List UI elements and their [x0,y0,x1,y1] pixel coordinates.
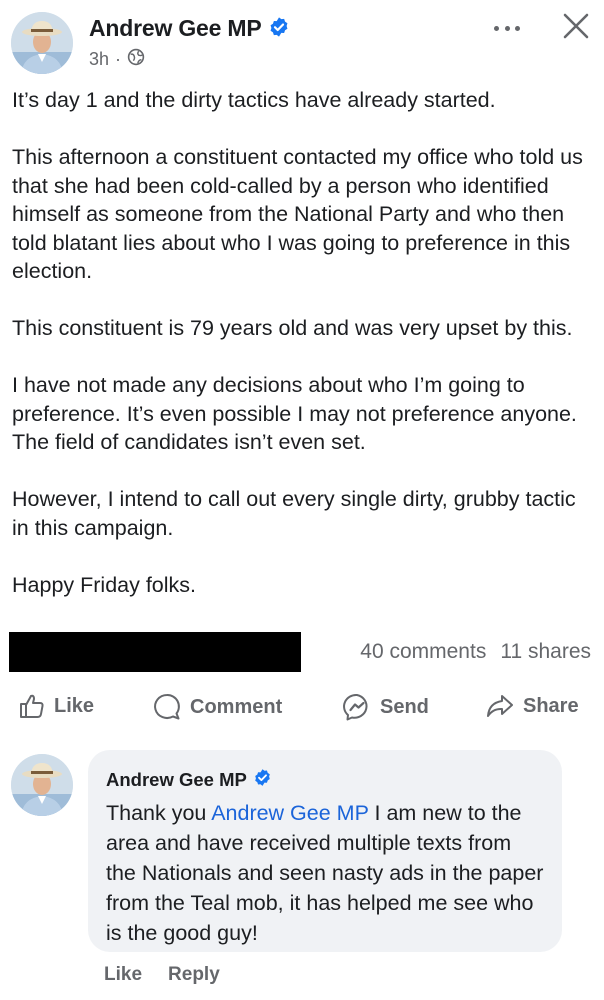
comment-mention-link[interactable]: Andrew Gee MP [211,801,368,825]
messenger-icon [342,692,372,722]
comment-text: Thank you Andrew Gee MP I am new to the … [106,798,546,948]
post-paragraph: I have not made any decisions about who … [12,373,577,454]
author-name-text[interactable]: Andrew Gee MP [89,15,262,41]
post-paragraph: This afternoon a constituent contacted m… [12,145,583,283]
verified-badge-icon [268,16,290,44]
action-bar: Like Comment Send Share [0,684,604,730]
post-body: It’s day 1 and the dirty tactics have al… [12,86,597,599]
comment-author-name[interactable]: Andrew Gee MP [106,769,247,791]
comment-text-start: Thank you [106,801,212,825]
close-icon[interactable] [562,12,590,40]
comment-bubble-icon [152,692,182,722]
post-time[interactable]: 3h [89,49,109,70]
globe-icon[interactable] [127,48,145,71]
post-paragraph: Happy Friday folks. [12,572,197,597]
redaction-block [9,632,301,672]
comment-actions: Like Reply [104,964,220,986]
share-label: Share [523,694,579,717]
post-paragraph: This constituent is 79 years old and was… [12,316,573,340]
shares-count[interactable]: 11 shares [500,640,591,664]
send-button[interactable]: Send [342,692,429,722]
post-header: Andrew Gee MP 3h · [0,0,604,80]
share-button[interactable]: Share [485,692,579,720]
engagement-counts: 40 comments 11 shares [360,640,591,664]
comment-like-button[interactable]: Like [104,964,142,986]
comment-label: Comment [190,695,283,718]
comment-bubble: Andrew Gee MP Thank you Andrew Gee MP I … [88,750,562,952]
like-label: Like [54,694,95,717]
post-paragraph: However, I intend to call out every sing… [12,487,576,540]
comment-button[interactable]: Comment [152,692,282,722]
post-meta: 3h · [89,48,145,71]
more-options-icon[interactable] [492,18,522,38]
commenter-avatar[interactable] [11,754,73,816]
meta-separator: · [115,49,122,69]
author-name[interactable]: Andrew Gee MP [89,15,290,44]
like-button[interactable]: Like [18,692,94,720]
thumbs-up-icon [18,692,46,720]
comment-reply-button[interactable]: Reply [168,964,220,986]
post-paragraph: It’s day 1 and the dirty tactics have al… [12,88,496,112]
comment-item: Andrew Gee MP Thank you Andrew Gee MP I … [0,748,604,1000]
share-arrow-icon [485,692,515,720]
author-avatar[interactable] [11,12,73,74]
send-label: Send [380,695,429,718]
comment-author[interactable]: Andrew Gee MP [106,768,546,792]
verified-badge-icon [253,768,272,792]
comments-count[interactable]: 40 comments [360,640,486,664]
